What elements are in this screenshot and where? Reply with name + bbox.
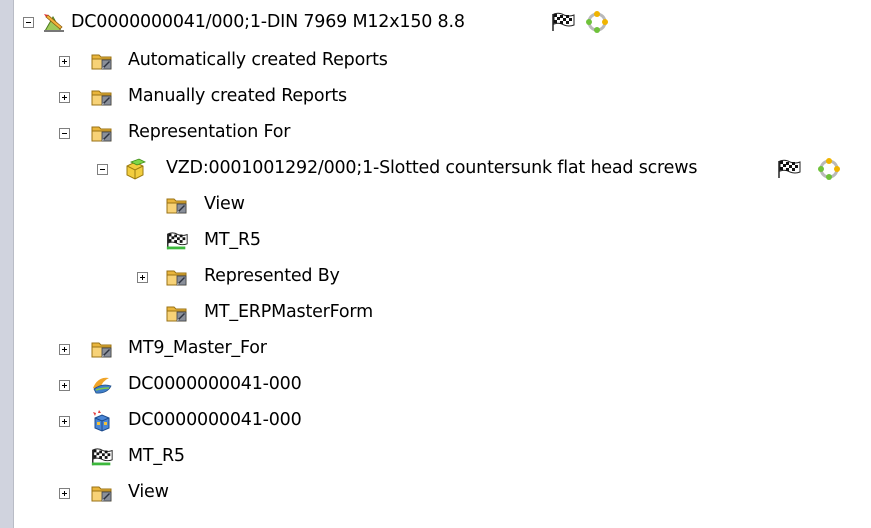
item-label: Manually created Reports [128,86,347,106]
assembly-box-icon [90,410,114,432]
item-label: DC0000000041-000 [128,374,302,394]
folder-icon [90,50,114,72]
folder-icon [90,482,114,504]
folder-icon [165,302,189,324]
root-label: DC0000000041/000;1-DIN 7969 M12x150 8.8 [71,12,465,32]
tree-item-dc-assembly[interactable]: DC0000000041-000 [0,408,871,434]
item-label: MT_R5 [128,446,185,466]
expand-toggle[interactable] [59,56,70,67]
tree-item-representation-for[interactable]: Representation For [0,120,871,146]
item-label: VZD:0001001292/000;1-Slotted countersunk… [166,158,698,178]
checkered-flag-icon [165,230,189,252]
checkered-flag-icon [90,446,114,468]
cad-model-icon [90,374,114,396]
item-label: View [128,482,169,502]
tree-item-vzd-part[interactable]: VZD:0001001292/000;1-Slotted countersunk… [0,156,871,182]
item-label: MT9_Master_For [128,338,267,358]
tree-item-mt-r5-root[interactable]: MT_R5 [0,444,871,470]
folder-icon [165,266,189,288]
tree-item-mt9-master-for[interactable]: MT9_Master_For [0,336,871,362]
edit-document-icon [42,11,66,33]
checkered-flag-icon [550,11,576,33]
collapse-toggle[interactable] [97,164,108,175]
folder-icon [90,86,114,108]
tree-item-view[interactable]: View [0,192,871,218]
lifecycle-ring-icon [584,11,610,33]
item-label: MT_R5 [204,230,261,250]
item-label: Automatically created Reports [128,50,388,70]
tree-item-manually-created-reports[interactable]: Manually created Reports [0,84,871,110]
item-label: Representation For [128,122,291,142]
expand-toggle[interactable] [59,488,70,499]
tree-item-mt-r5[interactable]: MT_R5 [0,228,871,254]
lifecycle-ring-icon [816,158,842,180]
item-label: DC0000000041-000 [128,410,302,430]
part-cube-icon [123,158,147,180]
checkered-flag-icon [776,158,802,180]
tree-item-mt-erpmasterform[interactable]: MT_ERPMasterForm [0,300,871,326]
expand-toggle[interactable] [59,344,70,355]
expand-toggle[interactable] [137,272,148,283]
item-label: View [204,194,245,214]
tree-item-automatically-created-reports[interactable]: Automatically created Reports [0,48,871,74]
tree-item-view-root[interactable]: View [0,480,871,506]
tree-item-represented-by[interactable]: Represented By [0,264,871,290]
item-label: Represented By [204,266,340,286]
expand-toggle[interactable] [59,380,70,391]
folder-icon [90,122,114,144]
tree-root-row[interactable]: DC0000000041/000;1-DIN 7969 M12x150 8.8 [0,10,871,36]
expand-toggle[interactable] [59,416,70,427]
folder-icon [90,338,114,360]
tree-item-dc-cad-model[interactable]: DC0000000041-000 [0,372,871,398]
item-label: MT_ERPMasterForm [204,302,373,322]
collapse-toggle[interactable] [23,17,34,28]
folder-icon [165,194,189,216]
expand-toggle[interactable] [59,92,70,103]
collapse-toggle[interactable] [59,128,70,139]
